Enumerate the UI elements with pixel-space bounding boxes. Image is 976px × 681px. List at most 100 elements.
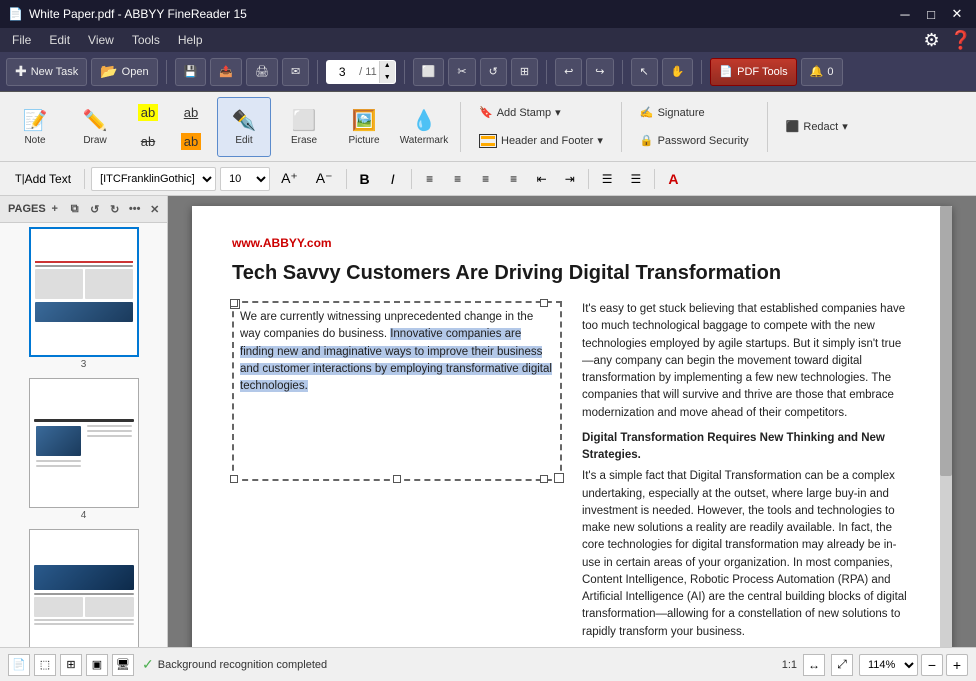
extract-pages-button[interactable]: ⬚ bbox=[34, 654, 56, 676]
thumbnail-page-3[interactable]: 3 bbox=[4, 227, 163, 370]
tools-button3[interactable]: ↺ bbox=[480, 58, 507, 86]
bold-button[interactable]: B bbox=[353, 167, 377, 191]
print-button[interactable]: 🖨 bbox=[246, 58, 278, 86]
erase-tool-button[interactable]: ⬜ Erase bbox=[277, 97, 331, 157]
draw-tool-button[interactable]: ✏️ Draw bbox=[68, 97, 122, 157]
indent-less-button[interactable]: ⇤ bbox=[530, 167, 554, 191]
handle-top-right[interactable] bbox=[540, 299, 548, 307]
hand-button[interactable]: ✋ bbox=[662, 58, 694, 86]
signature-button[interactable]: ✍️ Signature bbox=[631, 99, 758, 127]
pdf-tools-button[interactable]: 📄 PDF Tools bbox=[710, 58, 796, 86]
align-right-button[interactable]: ≡ bbox=[474, 167, 498, 191]
insert-page-button[interactable]: 📄 bbox=[8, 654, 30, 676]
watermark-icon: 💧 bbox=[412, 108, 437, 133]
fit-page-button[interactable]: ⤢ bbox=[831, 654, 853, 676]
thumbnail-list: 3 bbox=[0, 223, 167, 647]
new-task-button[interactable]: ✚ New Task bbox=[6, 58, 87, 86]
zoom-in-button[interactable]: + bbox=[946, 654, 968, 676]
tools-button2[interactable]: ✂ bbox=[448, 58, 475, 86]
mini-col-row-1 bbox=[35, 269, 133, 299]
font-size-increase-button[interactable]: A⁺ bbox=[274, 167, 305, 191]
text-ab4-button[interactable]: ab bbox=[171, 128, 211, 154]
save-button[interactable]: 💾 bbox=[175, 58, 207, 86]
header-footer-button[interactable]: Header and Footer ▾ bbox=[470, 127, 612, 155]
handle-bottom-left[interactable] bbox=[230, 475, 238, 483]
page-number-input[interactable] bbox=[327, 61, 357, 83]
sidebar-insert-icon[interactable]: + bbox=[46, 200, 64, 218]
pdf-viewer[interactable]: www.ABBYY.com Tech Savvy Customers Are D… bbox=[168, 196, 976, 647]
close-button[interactable]: ✕ bbox=[946, 3, 968, 25]
open-button[interactable]: 📂 Open bbox=[91, 58, 157, 86]
sidebar-rotate-icon[interactable]: ↺ bbox=[86, 200, 104, 218]
page-down-arrow[interactable]: ▼ bbox=[379, 72, 395, 84]
add-stamp-button[interactable]: 🔖 Add Stamp ▾ bbox=[470, 99, 612, 127]
thumbnail-page-4[interactable]: 4 bbox=[4, 378, 163, 521]
font-family-select[interactable]: [ITCFranklinGothic] bbox=[91, 167, 216, 191]
text-ab2-button[interactable]: ab bbox=[171, 99, 211, 125]
text-ab1-button[interactable]: ab bbox=[128, 99, 168, 125]
align-center-button[interactable]: ≡ bbox=[446, 167, 470, 191]
menu-edit[interactable]: Edit bbox=[41, 31, 78, 49]
cursor-button[interactable]: ↖ bbox=[631, 58, 658, 86]
italic-label: I bbox=[391, 171, 395, 187]
password-security-button[interactable]: 🔒 Password Security bbox=[631, 127, 758, 155]
merge-pages-button[interactable]: ▣ bbox=[86, 654, 108, 676]
menu-file[interactable]: File bbox=[4, 31, 39, 49]
tool-separator-3 bbox=[767, 102, 768, 152]
note-tool-button[interactable]: 📝 Note bbox=[8, 97, 62, 157]
settings-icon[interactable]: ⚙ bbox=[923, 30, 939, 51]
font-color-button[interactable]: A bbox=[661, 167, 685, 191]
align-left-button[interactable]: ≡ bbox=[418, 167, 442, 191]
page-navigation[interactable]: / 11 ▲ ▼ bbox=[326, 60, 396, 84]
page-arrows[interactable]: ▲ ▼ bbox=[379, 60, 395, 84]
menu-help[interactable]: Help bbox=[170, 31, 211, 49]
font-size-decrease-button[interactable]: A⁻ bbox=[309, 167, 340, 191]
menu-tools[interactable]: Tools bbox=[124, 31, 168, 49]
email-button[interactable]: ✉ bbox=[282, 58, 309, 86]
fmt-sep-3 bbox=[411, 169, 412, 189]
save-as-button[interactable]: 📤 bbox=[210, 58, 242, 86]
thumbnail-page-5[interactable]: 5 bbox=[4, 529, 163, 647]
redact-button[interactable]: ⬛ Redact ▾ bbox=[777, 113, 857, 141]
page-up-arrow[interactable]: ▲ bbox=[379, 60, 395, 72]
tools-button4[interactable]: ⊞ bbox=[511, 58, 538, 86]
font-size-select[interactable]: 10 89111214 bbox=[220, 167, 270, 191]
sidebar-copy-icon[interactable]: ⧉ bbox=[66, 200, 84, 218]
notifications-button[interactable]: 🔔 0 bbox=[801, 58, 843, 86]
sidebar-rotate-right-icon[interactable]: ↻ bbox=[106, 200, 124, 218]
header-footer-chevron[interactable]: ▾ bbox=[597, 134, 603, 147]
tools-button1[interactable]: ⬜ bbox=[413, 58, 445, 86]
sidebar-close-icon[interactable]: ✕ bbox=[146, 200, 164, 218]
monitor-button[interactable]: 🖥 bbox=[112, 654, 134, 676]
italic-button[interactable]: I bbox=[381, 167, 405, 191]
minimize-button[interactable]: ─ bbox=[894, 3, 916, 25]
maximize-button[interactable]: □ bbox=[920, 3, 942, 25]
picture-tool-button[interactable]: 🖼️ Picture bbox=[337, 97, 391, 157]
text-ab3-button[interactable]: ab bbox=[128, 128, 168, 154]
vertical-scrollbar[interactable] bbox=[940, 206, 952, 647]
fit-width-button[interactable]: ↔ bbox=[803, 654, 825, 676]
fmt-sep-2 bbox=[346, 169, 347, 189]
edit-tool-button[interactable]: ✒️ Edit bbox=[217, 97, 271, 157]
handle-bottom-right[interactable] bbox=[540, 475, 548, 483]
add-text-button[interactable]: T| Add Text bbox=[8, 167, 78, 191]
redo-button[interactable]: ↪ bbox=[586, 58, 613, 86]
list-unordered-button[interactable]: ☰ bbox=[595, 167, 620, 191]
split-pages-button[interactable]: ⊞ bbox=[60, 654, 82, 676]
window-controls[interactable]: ─ □ ✕ bbox=[894, 3, 968, 25]
redact-chevron[interactable]: ▾ bbox=[842, 120, 848, 133]
handle-top-left[interactable] bbox=[230, 299, 238, 307]
stamp-chevron[interactable]: ▾ bbox=[555, 106, 561, 119]
list-ordered-button[interactable]: ☰ bbox=[624, 167, 649, 191]
zoom-select[interactable]: 114% 50%75%100%125%150% bbox=[859, 654, 918, 676]
menu-view[interactable]: View bbox=[80, 31, 122, 49]
align-justify-button[interactable]: ≡ bbox=[502, 167, 526, 191]
selected-text-box[interactable]: We are currently witnessing unprecedente… bbox=[232, 301, 562, 481]
watermark-tool-button[interactable]: 💧 Watermark bbox=[397, 97, 451, 157]
zoom-out-button[interactable]: − bbox=[921, 654, 943, 676]
undo-button[interactable]: ↩ bbox=[555, 58, 582, 86]
indent-more-button[interactable]: ⇥ bbox=[558, 167, 582, 191]
sidebar-more-icon[interactable]: ••• bbox=[126, 200, 144, 218]
scroll-thumb[interactable] bbox=[940, 206, 952, 476]
handle-bottom-center[interactable] bbox=[393, 475, 401, 483]
